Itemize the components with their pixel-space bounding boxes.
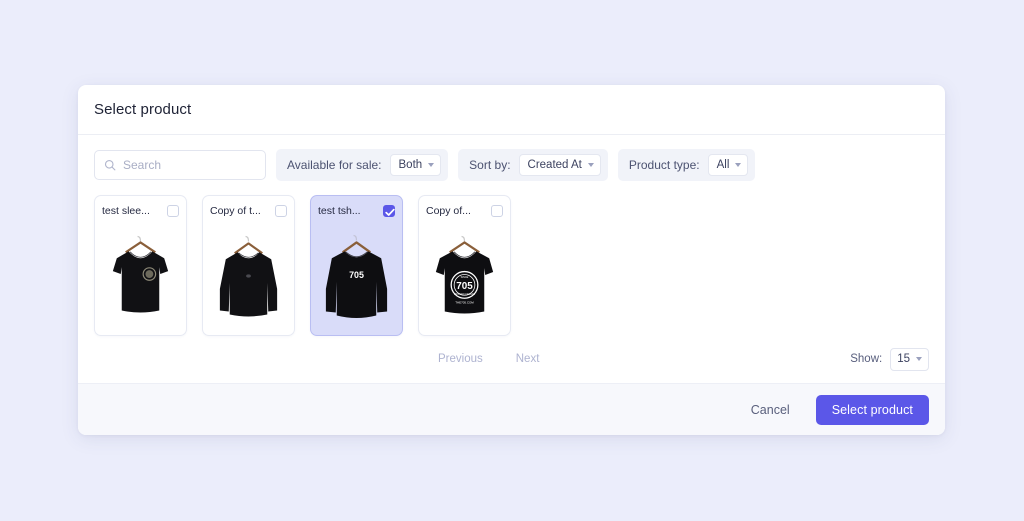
product-title: test slee... <box>102 205 150 217</box>
search-icon <box>104 159 116 171</box>
select-sort-by[interactable]: Created At <box>518 154 601 176</box>
shirt-logo-sub-text: THE705.COM <box>455 300 474 304</box>
shirt-logo-top-text: SINCE <box>461 274 469 278</box>
chevron-down-icon <box>735 163 742 167</box>
product-card-selected[interactable]: test tsh... 705 <box>310 195 403 336</box>
search-input[interactable] <box>123 158 256 172</box>
filter-available-for-sale: Available for sale: Both <box>276 149 449 181</box>
select-product-button[interactable]: Select product <box>815 394 929 425</box>
product-card-header: Copy of... <box>426 202 503 220</box>
modal-footer: Cancel Select product <box>78 383 945 435</box>
filter-product-type: Product type: All <box>617 149 756 181</box>
search-field[interactable] <box>94 150 266 180</box>
product-image <box>102 223 179 328</box>
filter-label-sort-by: Sort by: <box>469 158 511 172</box>
product-card-header: Copy of t... <box>210 202 287 220</box>
page-size-group: Show: 15 <box>850 347 929 371</box>
product-image: 705 SINCE ONTARIO CANADA THE705.COM <box>426 223 503 328</box>
product-card[interactable]: test slee... <box>94 195 187 336</box>
product-title: Copy of t... <box>210 205 261 217</box>
chevron-down-icon <box>428 163 435 167</box>
product-card-header: test tsh... <box>318 202 395 220</box>
pagination: Previous Next Show: 15 <box>94 347 929 371</box>
select-value-sort-by: Created At <box>527 159 582 171</box>
modal-header: Select product <box>78 85 945 135</box>
shirt-logo-text: 705 <box>456 280 473 291</box>
product-card[interactable]: Copy of t... <box>202 195 295 336</box>
product-title: Copy of... <box>426 205 471 217</box>
shirt-logo-text: 705 <box>349 269 364 279</box>
product-checkbox[interactable] <box>275 205 287 217</box>
previous-page-button[interactable]: Previous <box>438 353 483 365</box>
product-checkbox[interactable] <box>167 205 179 217</box>
next-page-button[interactable]: Next <box>516 353 540 365</box>
select-product-type[interactable]: All <box>707 154 749 176</box>
product-grid: test slee... Copy of t... test tsh... 70… <box>94 195 929 336</box>
product-checkbox[interactable] <box>383 205 395 217</box>
product-title: test tsh... <box>318 205 361 217</box>
cancel-button[interactable]: Cancel <box>743 397 798 423</box>
page-size-label: Show: <box>850 353 883 365</box>
filter-label-available-for-sale: Available for sale: <box>287 158 382 172</box>
page-size-select[interactable]: 15 <box>890 347 929 371</box>
page-size-value: 15 <box>897 353 910 365</box>
chevron-down-icon <box>916 357 922 361</box>
chevron-down-icon <box>587 163 594 167</box>
filter-sort-by: Sort by: Created At <box>458 149 608 181</box>
product-checkbox[interactable] <box>491 205 503 217</box>
select-value-product-type: All <box>716 159 730 171</box>
product-image: 705 <box>318 223 395 328</box>
select-product-modal: Select product Available for sale: Both <box>78 85 945 435</box>
select-available-for-sale[interactable]: Both <box>389 154 442 176</box>
filter-bar: Available for sale: Both Sort by: Create… <box>94 149 929 181</box>
modal-body: Available for sale: Both Sort by: Create… <box>78 135 945 383</box>
product-image <box>210 223 287 328</box>
product-card-header: test slee... <box>102 202 179 220</box>
product-card[interactable]: Copy of... 705 SINCE ONTARIO CANADA THE7… <box>418 195 511 336</box>
shirt-logo-bottom-text: ONTARIO CANADA <box>454 293 475 296</box>
page-title: Select product <box>94 101 192 118</box>
filter-label-product-type: Product type: <box>628 158 700 172</box>
select-value-available-for-sale: Both <box>398 159 423 171</box>
